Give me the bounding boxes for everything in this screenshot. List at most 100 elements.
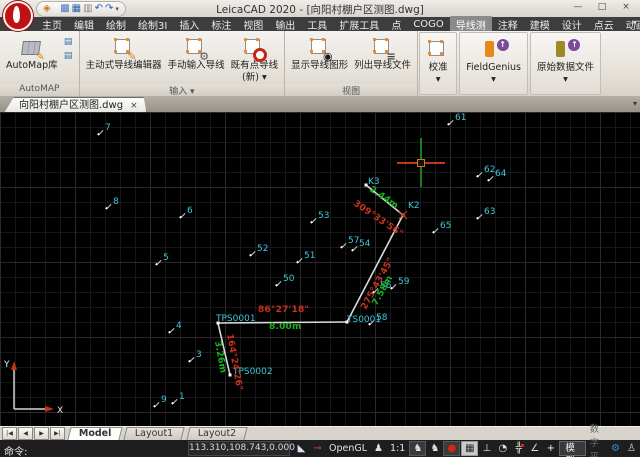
manual-traverse-entry-button[interactable]: ⚙手动输入导线 — [166, 34, 227, 73]
point-label-7: 7 — [105, 124, 111, 133]
button-label: 校准 — [429, 63, 448, 74]
isometric-plane-icon[interactable]: ◔ — [495, 442, 510, 455]
raw-data-files-button[interactable]: ↑原始数据文件▾ — [535, 36, 596, 86]
automap-library-button[interactable]: ✎AutoMap库 — [4, 34, 60, 73]
snap-marker-icon[interactable]: ╬ — [511, 442, 526, 455]
ribbon-tab-插入[interactable]: 插入 — [173, 16, 205, 33]
annotation-visibility-icon[interactable]: ♞ — [409, 441, 426, 456]
automap-layer-tool-1[interactable]: ▤ — [62, 36, 75, 48]
opengl-label[interactable]: OpenGL — [326, 443, 370, 454]
layout-nav-0[interactable]: |◀ — [2, 427, 17, 440]
ribbon-panel-输入 ▾: ✎主动式导线编辑器⚙手动输入导线既有点导线(新) ▾输入 ▾ — [80, 31, 286, 96]
point-label-6: 6 — [187, 207, 193, 216]
ribbon-tab-COGO[interactable]: COGO — [407, 18, 449, 31]
ucs-x-label: X — [57, 406, 63, 415]
data-collector-icon — [556, 41, 565, 57]
annotation-scale-person-icon[interactable]: ♟ — [371, 442, 386, 455]
list-traverse-files-button[interactable]: ≡列出导线文件 — [352, 34, 413, 73]
close-tab-icon[interactable]: × — [130, 101, 138, 111]
angle-annotation: 86°27'18" — [258, 305, 309, 315]
crosshair-size-icon[interactable]: + — [543, 442, 558, 455]
coordinate-display: 113.310,108.743,0.000 — [188, 441, 290, 456]
ribbon-tab-主页[interactable]: 主页 — [36, 16, 68, 33]
layout-nav-1[interactable]: ◀ — [18, 427, 33, 440]
overlay-glyph-icon: ◉ — [323, 51, 333, 62]
xref-toggle-icon[interactable]: ⊸ — [310, 442, 325, 455]
ribbon-tab-绘制3I[interactable]: 绘制3I — [132, 16, 173, 33]
layout-tab-bar: |◀◀▶▶|ModelLayout1Layout2 — [0, 426, 640, 440]
ortho-icon[interactable]: ⊥ — [479, 442, 494, 455]
ribbon-tab-建模[interactable]: 建模 — [524, 16, 556, 33]
user-profile-icon[interactable]: ♙ — [624, 442, 639, 455]
ribbon-tab-视图[interactable]: 视图 — [237, 16, 269, 33]
annotation-auto-add-icon[interactable]: ♞ — [427, 442, 442, 455]
button-icon: ↑ — [553, 38, 577, 62]
model-space-button[interactable]: 模型空间 — [559, 441, 585, 456]
point-label-8: 8 — [113, 198, 119, 207]
layout-tab-Layout1[interactable]: Layout1 — [124, 427, 186, 440]
ribbon-tab-点云[interactable]: 点云 — [588, 16, 620, 33]
digitizer-label: 数字平板 — [587, 421, 607, 457]
settings-gear-icon[interactable]: ⚙ — [608, 442, 623, 455]
ribbon-tab-绘制[interactable]: 绘制 — [100, 16, 132, 33]
automap-layer-tool-2[interactable]: ▤ — [62, 50, 75, 62]
ribbon-tab-bar: 主页编辑绘制绘制3I插入标注视图输出工具扩展工具点COGO导线测注释建模设计点云… — [0, 17, 640, 31]
button-label: 列出导线文件 — [354, 61, 411, 72]
document-tab[interactable]: 向阳村棚户区测图.dwg× — [4, 97, 147, 113]
button-label: ▾ — [436, 75, 441, 86]
point-label-TPS0001: TPS0001 — [216, 315, 256, 324]
ribbon-tab-导线测[interactable]: 导线测 — [450, 16, 492, 33]
button-label: 显示导线图形 — [291, 61, 348, 72]
grid-display-icon[interactable]: ▦ — [461, 441, 478, 456]
fieldgenius-button[interactable]: ↑FieldGenius▾ — [464, 36, 523, 86]
panel-title: 输入 ▾ — [80, 84, 285, 96]
command-prompt[interactable]: 命令: — [4, 443, 27, 457]
layout-tab-Model[interactable]: Model — [67, 427, 123, 440]
annotation-scale-label[interactable]: 1:1 — [387, 443, 408, 454]
ribbon-tab-标注[interactable]: 标注 — [205, 16, 237, 33]
button-icon: ✎ — [112, 36, 136, 60]
existing-point-traverse-button[interactable]: 既有点导线(新) ▾ — [229, 34, 281, 84]
ribbon-tab-设计[interactable]: 设计 — [556, 16, 588, 33]
drawing-canvas[interactable]: Y X 786552515350575456596162646365589134… — [0, 112, 640, 426]
active-traverse-editor-button[interactable]: ✎主动式导线编辑器 — [84, 34, 164, 73]
button-label: (新) ▾ — [242, 73, 267, 84]
point-label-5: 5 — [163, 254, 169, 263]
layout-tab-Layout2[interactable]: Layout2 — [186, 427, 248, 440]
layout-nav-2[interactable]: ▶ — [34, 427, 49, 440]
ribbon-tab-注释[interactable]: 注释 — [492, 16, 524, 33]
ribbon-tab-点[interactable]: 点 — [385, 16, 407, 33]
ribbon-panel-视图: ◉显示导线图形≡列出导线文件视图 — [285, 31, 418, 96]
polar-tracking-icon[interactable]: ∠ — [527, 442, 542, 455]
button-icon — [242, 36, 266, 60]
panel-title: 视图 — [285, 84, 417, 96]
close-button[interactable]: × — [614, 0, 638, 15]
app-logo-icon[interactable] — [3, 1, 33, 31]
point-label-TS0001: TS0001 — [347, 316, 381, 325]
point-label-54: 54 — [359, 240, 370, 249]
esnap-icon[interactable]: ● — [443, 441, 460, 456]
document-tab-overflow-icon[interactable]: ▾ — [633, 99, 637, 108]
ribbon-tab-扩展工具[interactable]: 扩展工具 — [333, 16, 385, 33]
status-toggles: ◣⊸OpenGL♟1:1♞♞●▦⊥◔╬∠+模型空间数字平板⚙♙ — [294, 440, 639, 457]
ribbon-tab-overflow-icon[interactable]: ▾ — [633, 18, 637, 27]
point-label-57: 57 — [348, 237, 359, 246]
button-label: ▾ — [491, 75, 496, 86]
ribbon-tab-编辑[interactable]: 编辑 — [68, 16, 100, 33]
calibrate-button[interactable]: 校准▾ — [424, 36, 452, 86]
show-traverse-graphics-button[interactable]: ◉显示导线图形 — [289, 34, 350, 73]
overlay-glyph-icon: ⚙ — [199, 51, 209, 62]
button-label: 主动式导线编辑器 — [86, 61, 162, 72]
minimize-button[interactable]: — — [566, 0, 590, 15]
ribbon-tab-输出[interactable]: 输出 — [269, 16, 301, 33]
button-label: FieldGenius — [466, 63, 521, 74]
graphics-performance-icon[interactable]: ◣ — [294, 442, 309, 455]
layout-nav-3[interactable]: ▶| — [50, 427, 65, 440]
maximize-button[interactable]: □ — [590, 0, 614, 15]
button-icon: ⚙ — [184, 36, 208, 60]
point-label-53: 53 — [318, 212, 329, 221]
point-label-4: 4 — [176, 322, 182, 331]
ribbon-tab-工具[interactable]: 工具 — [301, 16, 333, 33]
ribbon-panel: ↑FieldGenius▾ — [459, 32, 528, 95]
button-icon: ✎ — [20, 36, 44, 60]
